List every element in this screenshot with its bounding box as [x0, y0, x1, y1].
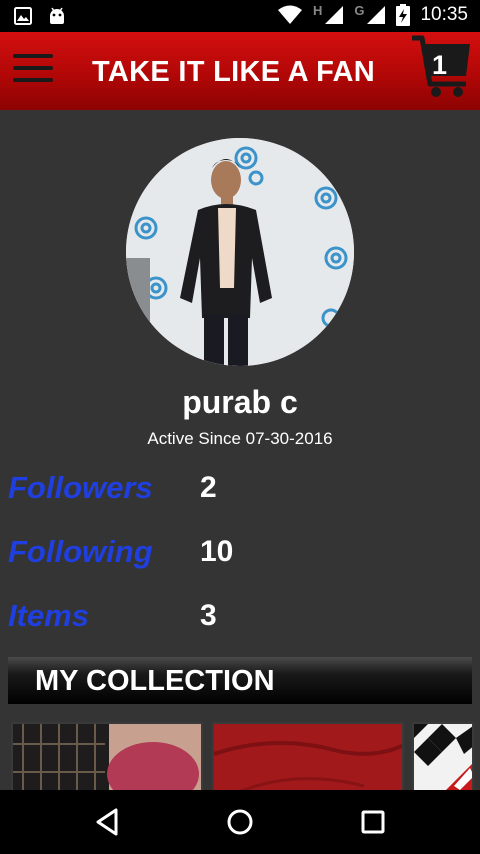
android-icon	[50, 7, 64, 24]
following-count: 10	[200, 535, 234, 568]
network-type-h: H	[312, 2, 323, 18]
collection-item[interactable]	[212, 722, 404, 792]
status-bar: H G 10:35	[0, 0, 480, 32]
collection-item[interactable]	[11, 722, 203, 792]
recents-square-icon[interactable]	[353, 804, 393, 840]
following-label[interactable]: Following	[8, 534, 153, 570]
status-time: 10:35	[420, 4, 468, 25]
collection-item-image	[214, 724, 402, 790]
collection-item-image	[414, 724, 472, 790]
status-left	[14, 7, 66, 25]
active-since-text: Active Since 07-30-2016	[147, 429, 333, 448]
status-right: H G 10:35	[277, 2, 468, 26]
image-icon	[14, 7, 32, 25]
home-circle-icon[interactable]	[220, 804, 260, 840]
items-count: 3	[200, 599, 217, 632]
hamburger-menu-icon[interactable]	[13, 54, 55, 86]
back-triangle-icon[interactable]	[88, 804, 128, 840]
network-type-g: G	[354, 2, 365, 18]
screen: H G 10:35 TAKE IT LIKE A FAN 1 purab c A…	[0, 0, 480, 854]
signal-icon	[325, 6, 344, 24]
cart-count-badge: 1	[432, 50, 448, 80]
collection-item-image	[13, 724, 201, 790]
app-title: TAKE IT LIKE A FAN	[92, 56, 376, 88]
signal-icon	[367, 6, 386, 24]
system-nav-bar	[0, 790, 480, 854]
cart-button[interactable]: 1	[410, 34, 472, 100]
profile-name: purab c	[182, 384, 298, 420]
wifi-icon	[277, 5, 302, 24]
profile-photo	[126, 138, 354, 366]
followers-count: 2	[200, 471, 217, 504]
collection-title: MY COLLECTION	[35, 665, 275, 697]
collection-header: MY COLLECTION	[8, 657, 472, 704]
avatar[interactable]	[126, 138, 354, 366]
followers-label[interactable]: Followers	[8, 470, 153, 506]
items-label[interactable]: Items	[8, 598, 89, 634]
battery-charging-icon	[396, 4, 411, 26]
collection-item[interactable]	[412, 722, 474, 792]
app-bar: TAKE IT LIKE A FAN 1	[0, 32, 480, 110]
